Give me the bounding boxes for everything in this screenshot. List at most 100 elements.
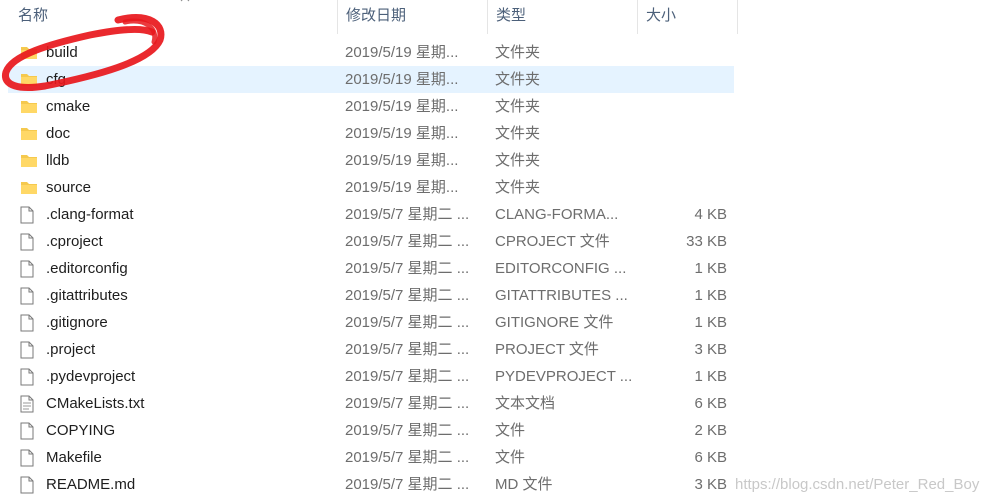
file-size: 4 KB [694,206,727,223]
file-size [638,66,727,93]
column-header-size[interactable]: 大小 [638,0,738,34]
file-row[interactable]: Makefile 2019/5/7 星期二 ... 文件 6 KB [8,444,734,471]
file-name: cfg [46,71,67,88]
file-type: 文件 [495,449,526,466]
file-icon [20,417,38,444]
watermark: https://blog.csdn.net/Peter_Red_Boy [735,476,980,493]
file-row[interactable]: .gitignore 2019/5/7 星期二 ... GITIGNORE 文件 1 … [8,309,734,336]
column-header-date[interactable]: 修改日期 [338,0,488,34]
folder-icon [20,93,38,120]
file-row[interactable]: .pydevproject 2019/5/7 星期二 ... PYDEVPROJEC… [8,363,734,390]
file-type: 文件夹 [495,71,541,88]
column-header-date-label: 修改日期 [346,7,407,24]
file-type: CPROJECT 文件 [495,233,610,250]
file-icon [20,363,38,390]
file-type: 文件夹 [495,179,541,196]
file-date: 2019/5/7 星期二 ... [345,260,470,277]
file-date: 2019/5/7 星期二 ... [345,287,470,304]
file-icon [20,228,38,255]
file-row[interactable]: lldb 2019/5/19 星期... 文件夹 [8,147,734,174]
file-icon [20,336,38,363]
file-type: GITATTRIBUTES ... [495,287,628,304]
file-name: .pydevproject [46,368,136,385]
file-row[interactable]: doc 2019/5/19 星期... 文件夹 [8,120,734,147]
file-type: PYDEVPROJECT ... [495,368,633,385]
file-row[interactable]: COPYING 2019/5/7 星期二 ... 文件 2 KB [8,417,734,444]
file-row[interactable]: .clang-format 2019/5/7 星期二 ... CLANG-FORMA… [8,201,734,228]
folder-icon [20,66,38,93]
file-size [638,39,727,66]
file-date: 2019/5/19 星期... [345,125,459,142]
file-name: .clang-format [46,206,134,223]
file-size: 33 KB [686,233,727,250]
column-header-bar: 名称 修改日期 类型 大小 [0,0,998,34]
file-row[interactable]: .cproject 2019/5/7 星期二 ... CPROJECT 文件 33 K… [8,228,734,255]
file-type: PROJECT 文件 [495,341,599,358]
file-size: 2 KB [694,422,727,439]
file-row[interactable]: source 2019/5/19 星期... 文件夹 [8,174,734,201]
file-name: CMakeLists.txt [46,395,145,412]
file-type: EDITORCONFIG ... [495,260,627,277]
folder-icon [20,39,38,66]
file-type: 文本文档 [495,395,556,412]
folder-icon [20,120,38,147]
file-type: 文件夹 [495,44,541,61]
column-header-type-label: 类型 [496,7,527,24]
file-size [638,174,727,201]
file-row[interactable]: .gitattributes 2019/5/7 星期二 ... GITATTRIBU… [8,282,734,309]
file-type: 文件 [495,422,526,439]
file-row[interactable]: README.md 2019/5/7 星期二 ... MD 文件 3 KB [8,471,734,498]
file-name: build [46,44,78,61]
file-icon [20,444,38,471]
file-date: 2019/5/7 星期二 ... [345,449,470,466]
column-header-name-label: 名称 [18,7,49,24]
column-header-size-label: 大小 [646,7,677,24]
file-row[interactable]: build 2019/5/19 星期... 文件夹 [8,39,734,66]
file-row[interactable]: cfg 2019/5/19 星期... 文件夹 [8,66,734,93]
file-type: GITIGNORE 文件 [495,314,614,331]
file-date: 2019/5/7 星期二 ... [345,395,470,412]
file-row[interactable]: CMakeLists.txt 2019/5/7 星期二 ... 文本文档 6 KB [8,390,734,417]
file-date: 2019/5/7 星期二 ... [345,314,470,331]
file-size [638,147,727,174]
file-row[interactable]: .editorconfig 2019/5/7 星期二 ... EDITORCONFI… [8,255,734,282]
file-name: Makefile [46,449,102,466]
file-size [638,93,727,120]
file-name: .gitattributes [46,287,128,304]
file-date: 2019/5/7 星期二 ... [345,476,470,493]
file-name: doc [46,125,71,142]
file-size: 1 KB [694,260,727,277]
file-name: COPYING [46,422,116,439]
column-header-type[interactable]: 类型 [488,0,638,34]
file-type: 文件夹 [495,125,541,142]
file-date: 2019/5/19 星期... [345,179,459,196]
file-icon [20,201,38,228]
file-icon [20,309,38,336]
file-type: 文件夹 [495,98,541,115]
folder-icon [20,147,38,174]
file-date: 2019/5/7 星期二 ... [345,341,470,358]
file-name: .gitignore [46,314,108,331]
file-name: .project [46,341,96,358]
file-date: 2019/5/19 星期... [345,152,459,169]
file-icon [20,255,38,282]
file-type: 文件夹 [495,152,541,169]
file-row[interactable]: cmake 2019/5/19 星期... 文件夹 [8,93,734,120]
file-name: .editorconfig [46,260,128,277]
file-size: 1 KB [694,314,727,331]
file-icon [20,471,38,498]
file-size: 1 KB [694,287,727,304]
file-date: 2019/5/19 星期... [345,44,459,61]
folder-icon [20,174,38,201]
file-date: 2019/5/7 星期二 ... [345,206,470,223]
sort-ascending-icon [180,0,190,2]
file-size: 6 KB [694,449,727,466]
column-header-name[interactable]: 名称 [10,0,338,34]
file-name: cmake [46,98,91,115]
column-divider[interactable] [737,0,738,34]
text-file-icon [20,390,38,417]
file-type: MD 文件 [495,476,553,493]
file-row[interactable]: .project 2019/5/7 星期二 ... PROJECT 文件 3 KB [8,336,734,363]
file-type: CLANG-FORMA... [495,206,619,223]
file-icon [20,282,38,309]
